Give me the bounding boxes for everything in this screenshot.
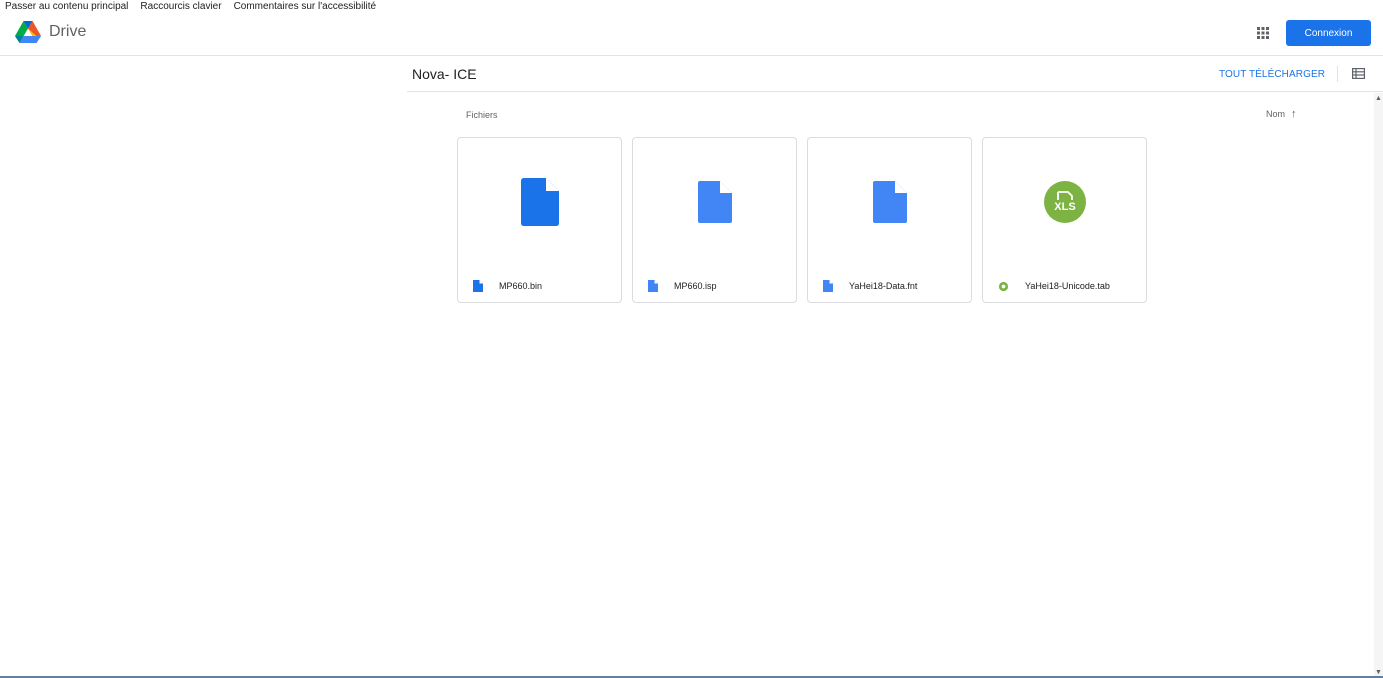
doc-file-small-icon xyxy=(648,280,658,292)
file-card[interactable]: MP660.isp xyxy=(632,137,797,303)
skip-to-main-link[interactable]: Passer au contenu principal xyxy=(5,1,128,13)
file-name: YaHei18-Unicode.tab xyxy=(1025,281,1110,291)
file-footer: YaHei18-Data.fnt xyxy=(808,276,971,296)
file-card[interactable]: MP660.bin xyxy=(457,137,622,303)
file-preview xyxy=(633,138,796,266)
files-section-label: Fichiers xyxy=(466,110,498,120)
drive-logo[interactable]: Drive xyxy=(15,21,86,43)
xls-badge-text: XLS xyxy=(1054,201,1075,213)
xls-file-small-icon xyxy=(998,281,1009,291)
file-name: YaHei18-Data.fnt xyxy=(849,281,918,291)
file-footer: MP660.isp xyxy=(633,276,796,296)
doc-file-icon xyxy=(520,178,559,226)
folder-toolbar: Nova- ICE TOUT TÉLÉCHARGER xyxy=(407,57,1383,92)
file-name: MP660.isp xyxy=(674,281,717,291)
list-view-icon[interactable] xyxy=(1352,68,1365,79)
file-preview: XLS xyxy=(983,138,1146,266)
file-card[interactable]: XLS YaHei18-Unicode.tab xyxy=(982,137,1147,303)
download-all-button[interactable]: TOUT TÉLÉCHARGER xyxy=(1219,69,1325,80)
doc-file-icon xyxy=(872,181,907,223)
apps-grid-icon[interactable] xyxy=(1255,25,1271,41)
top-header: Drive Connexion xyxy=(0,13,1383,56)
drive-logo-icon xyxy=(15,21,41,43)
scroll-up-arrow-icon[interactable]: ▲ xyxy=(1375,95,1382,102)
doc-file-icon xyxy=(697,181,732,223)
accessibility-feedback-link[interactable]: Commentaires sur l'accessibilité xyxy=(234,1,377,13)
doc-file-small-icon xyxy=(823,280,833,292)
skip-links: Passer au contenu principal Raccourcis c… xyxy=(5,1,376,13)
file-card[interactable]: YaHei18-Data.fnt xyxy=(807,137,972,303)
sort-by-name-button[interactable]: Nom ↑ xyxy=(1266,108,1297,120)
xls-file-icon: XLS xyxy=(1043,181,1086,223)
doc-file-small-icon xyxy=(473,280,483,292)
folder-title: Nova- ICE xyxy=(412,66,477,82)
file-footer: YaHei18-Unicode.tab xyxy=(983,276,1146,296)
scroll-down-arrow-icon[interactable]: ▼ xyxy=(1375,669,1382,676)
sort-label: Nom xyxy=(1266,109,1286,119)
keyboard-shortcuts-link[interactable]: Raccourcis clavier xyxy=(140,1,221,13)
sign-in-button[interactable]: Connexion xyxy=(1286,20,1371,46)
vertical-scrollbar[interactable]: ▲ ▼ xyxy=(1374,93,1383,678)
logo-text: Drive xyxy=(49,23,87,40)
arrow-up-icon: ↑ xyxy=(1291,108,1297,120)
file-preview xyxy=(808,138,971,266)
file-name: MP660.bin xyxy=(499,281,543,291)
file-footer: MP660.bin xyxy=(458,276,621,296)
file-preview xyxy=(458,138,621,266)
toolbar-divider xyxy=(1337,66,1338,82)
